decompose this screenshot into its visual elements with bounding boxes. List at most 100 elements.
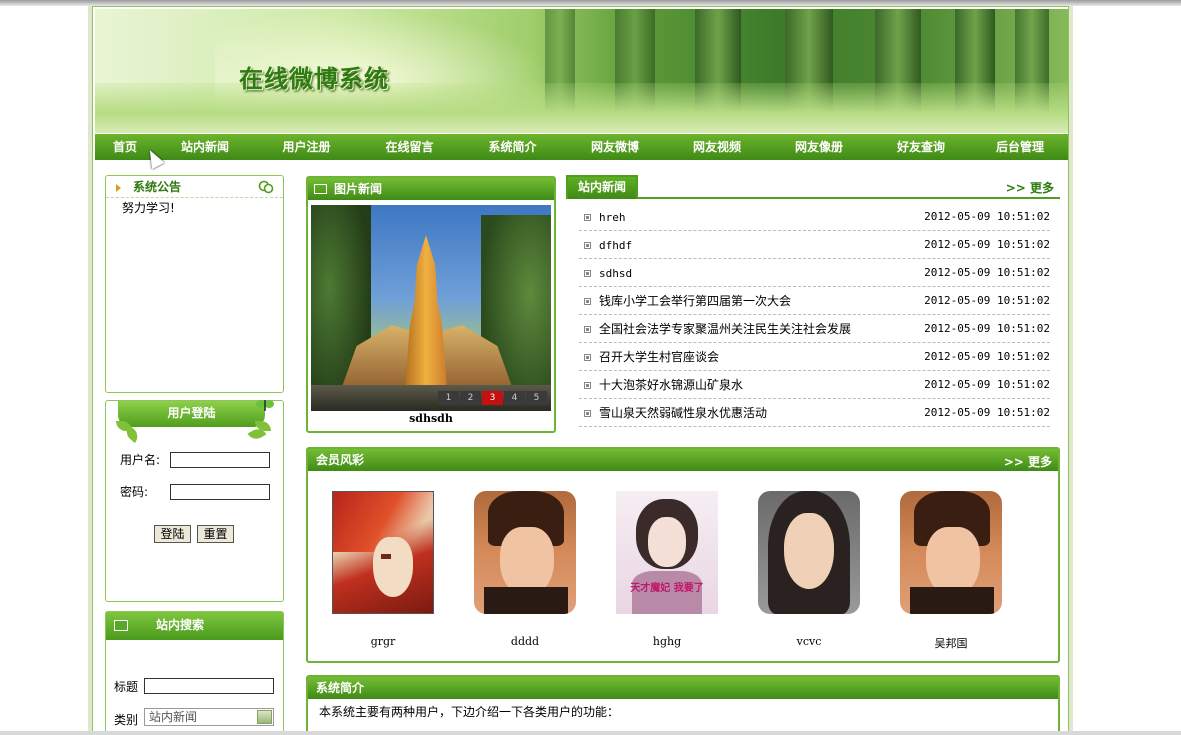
- notice-box: 系统公告 努力学习!: [105, 175, 284, 393]
- picture-news-title: 图片新闻: [334, 182, 383, 196]
- intro-title: 系统简介: [316, 681, 365, 695]
- news-title[interactable]: 十大泡茶好水锦源山矿泉水: [599, 378, 743, 392]
- member-card[interactable]: dddd: [470, 491, 580, 648]
- picture-news-header: 图片新闻: [308, 178, 554, 200]
- picture-news-panel: 图片新闻 1 2 3 4 5 sdhsdh: [306, 176, 556, 433]
- news-title[interactable]: 钱库小学工会举行第四届第一次大会: [599, 294, 791, 308]
- bullet-icon: [584, 326, 591, 333]
- news-photo[interactable]: 1 2 3 4 5: [311, 205, 551, 411]
- list-item[interactable]: 雪山泉天然弱碱性泉水优惠活动 2012-05-09 10:51:02: [579, 399, 1050, 427]
- search-title-input[interactable]: [144, 678, 274, 694]
- members-title: 会员风彩: [316, 453, 365, 467]
- bullet-icon: [584, 298, 591, 305]
- bullet-icon: [584, 214, 591, 221]
- chevron-down-icon[interactable]: [257, 710, 272, 724]
- list-item[interactable]: 钱库小学工会举行第四届第一次大会 2012-05-09 10:51:02: [579, 287, 1050, 315]
- nav-item-admin[interactable]: 后台管理: [972, 134, 1068, 160]
- news-title[interactable]: 召开大学生村官座谈会: [599, 350, 719, 364]
- intro-header: 系统简介: [308, 677, 1058, 699]
- login-box: 用户登陆 用户名: 密码: 登陆 重置: [105, 400, 284, 602]
- list-item[interactable]: sdhsd 2012-05-09 10:51:02: [579, 259, 1050, 287]
- reset-button[interactable]: 重置: [197, 525, 234, 543]
- list-item[interactable]: 全国社会法学专家聚温州关注民生关注社会发展 2012-05-09 10:51:02: [579, 315, 1050, 343]
- login-title: 用户登陆: [167, 406, 216, 420]
- nav-item-video[interactable]: 网友视频: [666, 134, 768, 160]
- photo-caption[interactable]: sdhsdh: [308, 412, 554, 425]
- member-name[interactable]: hghg: [612, 635, 722, 648]
- member-card[interactable]: 吴邦国: [896, 491, 1006, 651]
- member-name[interactable]: vcvc: [754, 635, 864, 648]
- news-title[interactable]: 雪山泉天然弱碱性泉水优惠活动: [599, 406, 767, 420]
- members-more-link[interactable]: >> 更多: [1004, 451, 1052, 473]
- page-frame: 在线微博系统 首页 站内新闻 用户注册 在线留言 系统简介 网友微博 网友视频 …: [92, 6, 1069, 735]
- avatar[interactable]: [474, 491, 576, 614]
- list-item[interactable]: 召开大学生村官座谈会 2012-05-09 10:51:02: [579, 343, 1050, 371]
- news-date: 2012-05-09 10:51:02: [924, 350, 1050, 363]
- list-item[interactable]: 十大泡茶好水锦源山矿泉水 2012-05-09 10:51:02: [579, 371, 1050, 399]
- pager-button[interactable]: 4: [504, 391, 525, 405]
- search-title-label: 标题: [114, 680, 139, 694]
- avatar[interactable]: [758, 491, 860, 614]
- news-title[interactable]: 全国社会法学专家聚温州关注民生关注社会发展: [599, 322, 851, 336]
- notice-title: 系统公告: [133, 180, 182, 194]
- news-title[interactable]: dfhdf: [599, 239, 632, 252]
- nav-item-weibo[interactable]: 网友微博: [564, 134, 666, 160]
- member-name[interactable]: dddd: [470, 635, 580, 648]
- nav-item-guestbook[interactable]: 在线留言: [358, 134, 461, 160]
- search-category-select[interactable]: 站内新闻: [144, 708, 274, 726]
- news-list: hreh 2012-05-09 10:51:02 dfhdf 2012-05-09 …: [566, 203, 1060, 427]
- pager-button-active[interactable]: 3: [482, 391, 503, 405]
- bullet-icon: [584, 354, 591, 361]
- news-more-link[interactable]: >> 更多: [1006, 179, 1054, 196]
- login-button[interactable]: 登陆: [154, 525, 191, 543]
- list-item[interactable]: dfhdf 2012-05-09 10:51:02: [579, 231, 1050, 259]
- username-label: 用户名:: [120, 453, 161, 467]
- site-banner: 在线微博系统: [95, 9, 1068, 133]
- nav-item-register[interactable]: 用户注册: [255, 134, 358, 160]
- page-container: 在线微博系统 首页 站内新闻 用户注册 在线留言 系统简介 网友微博 网友视频 …: [88, 6, 1073, 735]
- avatar[interactable]: [900, 491, 1002, 614]
- chat-bubbles-icon: [258, 180, 274, 194]
- nav-item-friend-search[interactable]: 好友查询: [870, 134, 972, 160]
- site-news-panel: 站内新闻 >> 更多 hreh 2012-05-09 10:51:02 dfhdf…: [566, 175, 1060, 437]
- news-title[interactable]: hreh: [599, 211, 626, 224]
- search-header: 站内搜索: [106, 612, 283, 640]
- nav-item-site-news[interactable]: 站内新闻: [155, 134, 255, 160]
- photo-pagoda: [405, 235, 447, 385]
- password-input[interactable]: [170, 484, 270, 500]
- password-label: 密码:: [120, 485, 149, 499]
- avatar[interactable]: [332, 491, 434, 614]
- pager-button[interactable]: 1: [438, 391, 459, 405]
- avatar-overlay-text: 天才魔妃 我要了: [630, 583, 704, 594]
- member-name[interactable]: 吴邦国: [896, 635, 1006, 651]
- news-date: 2012-05-09 10:51:02: [924, 406, 1050, 419]
- avatar[interactable]: 天才魔妃 我要了: [616, 491, 718, 614]
- news-date: 2012-05-09 10:51:02: [924, 210, 1050, 223]
- username-input[interactable]: [170, 452, 270, 468]
- butterfly-icon: [256, 400, 274, 411]
- search-box: 站内搜索 标题 类别 站内新闻: [105, 611, 284, 735]
- member-card[interactable]: vcvc: [754, 491, 864, 648]
- nav-item-about[interactable]: 系统简介: [461, 134, 564, 160]
- photo-pager: 1 2 3 4 5: [437, 391, 547, 405]
- member-card[interactable]: 天才魔妃 我要了 hghg: [612, 491, 722, 648]
- member-card[interactable]: grgr: [328, 491, 438, 648]
- member-name[interactable]: grgr: [328, 635, 438, 648]
- list-item[interactable]: hreh 2012-05-09 10:51:02: [579, 203, 1050, 231]
- notice-header: 系统公告: [106, 176, 283, 198]
- window-bottom-edge: [0, 731, 1181, 735]
- arrow-icon: [116, 183, 121, 192]
- window-icon: [114, 620, 128, 631]
- news-date: 2012-05-09 10:51:02: [924, 294, 1050, 307]
- bullet-icon: [584, 382, 591, 389]
- search-category-label: 类别: [114, 713, 139, 727]
- bullet-icon: [584, 410, 591, 417]
- pager-button[interactable]: 2: [460, 391, 481, 405]
- pager-button[interactable]: 5: [526, 391, 547, 405]
- nav-item-album[interactable]: 网友像册: [768, 134, 870, 160]
- news-date: 2012-05-09 10:51:02: [924, 238, 1050, 251]
- news-title[interactable]: sdhsd: [599, 267, 632, 280]
- tab-site-news[interactable]: 站内新闻: [566, 175, 638, 199]
- intro-panel: 系统简介 本系统主要有两种用户，下边介绍一下各类用户的功能：: [306, 675, 1060, 735]
- members-header: 会员风彩 >> 更多: [308, 449, 1058, 471]
